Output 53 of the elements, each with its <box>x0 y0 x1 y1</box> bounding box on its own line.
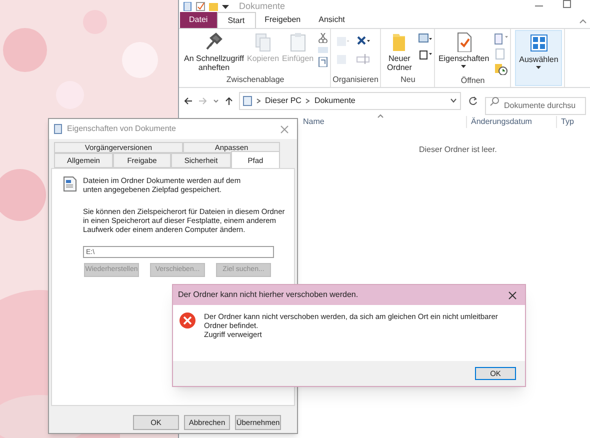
rename-icon[interactable] <box>356 53 370 65</box>
new-item-icon[interactable] <box>418 33 432 45</box>
column-header[interactable]: Änderungsdatum <box>466 116 556 128</box>
ribbon-group-label: Organisieren <box>332 74 378 86</box>
back-arrow-icon[interactable] <box>183 96 193 106</box>
history-icon[interactable] <box>494 63 508 75</box>
column-header[interactable]: Name <box>303 116 466 128</box>
checkmark-icon[interactable] <box>196 2 205 10</box>
ribbon-group-label: Zwischenablage <box>225 74 286 86</box>
pin-icon <box>204 32 224 52</box>
error-icon <box>179 312 196 329</box>
search-icon <box>490 97 499 106</box>
breadcrumb-item[interactable]: Dieser PC <box>265 95 302 107</box>
breadcrumb-item[interactable]: Dokumente <box>314 95 356 107</box>
refresh-icon[interactable] <box>468 96 478 106</box>
close-icon[interactable] <box>508 290 517 300</box>
grid-icon <box>528 33 549 53</box>
paste-shortcut-icon[interactable] <box>318 57 328 67</box>
copy-icon <box>253 32 274 52</box>
dropdown-caret-icon[interactable] <box>450 98 457 104</box>
collapse-ribbon-icon[interactable] <box>579 17 587 25</box>
folder-document-icon <box>54 124 63 134</box>
ribbon-group-label: Öffnen <box>460 75 486 87</box>
chevron-right-icon <box>305 98 310 104</box>
clipboard-icon <box>288 32 308 52</box>
search-field[interactable]: Dokumente durchsu <box>485 96 586 114</box>
ribbon-button[interactable]: Neuer Ordner <box>383 32 416 72</box>
document-icon <box>63 176 77 192</box>
dropdown-caret-icon[interactable] <box>222 2 229 10</box>
chevron-right-icon <box>256 98 261 104</box>
ribbon-tab[interactable]: Start <box>216 12 256 28</box>
easy-access-icon[interactable] <box>418 48 432 60</box>
computer-icon <box>243 96 252 106</box>
ribbon-tab[interactable]: Ansicht <box>310 12 354 28</box>
ribbon-button[interactable]: An Schnellzugriff anheften <box>183 32 245 72</box>
dialog-title: Der Ordner kann nicht hierher verschoben werden. <box>178 289 358 301</box>
maximize-icon[interactable] <box>562 0 572 10</box>
sort-caret-icon[interactable] <box>377 114 384 118</box>
scissors-icon[interactable] <box>318 33 328 43</box>
column-header[interactable]: Typ <box>556 116 586 128</box>
delete-icon[interactable] <box>356 35 370 47</box>
up-arrow-icon[interactable] <box>224 96 234 106</box>
open-icon[interactable] <box>494 33 508 45</box>
ribbon-group-label: Neu <box>400 74 416 86</box>
file-menu-tab[interactable]: Datei <box>180 12 217 28</box>
forward-arrow-icon[interactable] <box>198 96 208 106</box>
ribbon-tab[interactable]: Freigeben <box>256 12 310 28</box>
window-title: Dokumente <box>239 1 286 11</box>
address-bar[interactable]: Dieser PC Dokumente <box>239 92 461 110</box>
dialog-title: Eigenschaften von Dokumente <box>67 123 176 135</box>
ribbon-button[interactable]: Auswählen <box>515 30 562 86</box>
ribbon-button[interactable]: Eigenschaften <box>437 32 490 69</box>
empty-folder-message: Dieser Ordner ist leer. <box>419 145 497 154</box>
